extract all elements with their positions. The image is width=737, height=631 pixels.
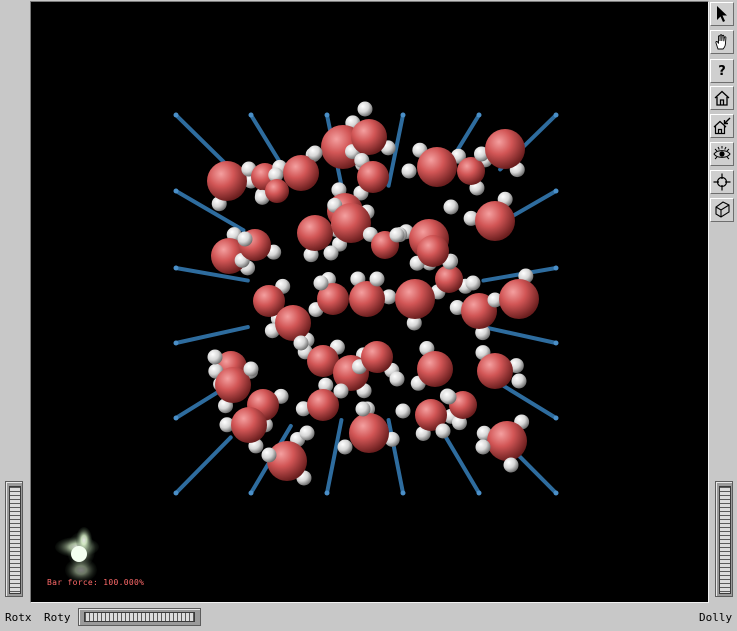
hydrogen-atom: [369, 271, 385, 287]
hydrogen-atom: [313, 275, 329, 291]
hydrogen-atom: [395, 403, 411, 419]
stick-endpoint: [173, 415, 179, 421]
oxygen-atom: [395, 279, 435, 319]
select-arrow-button[interactable]: [710, 2, 734, 26]
oxygen-atom: [351, 119, 387, 155]
stick-endpoint: [173, 188, 179, 194]
hydrogen-atom: [337, 439, 353, 455]
molecule-scene[interactable]: [31, 2, 708, 602]
oxygen-atom: [485, 129, 525, 169]
hydrogen-atom: [307, 145, 323, 161]
stick-endpoint: [476, 112, 482, 118]
hydrogen-atom: [441, 389, 457, 405]
hydrogen-atom: [511, 373, 527, 389]
hydrogen-atom: [237, 231, 253, 247]
hydrogen-atom: [401, 163, 417, 179]
oxygen-atom: [475, 201, 515, 241]
roty-thumbwheel[interactable]: [78, 608, 201, 626]
hydrogen-atom: [243, 361, 259, 377]
hydrogen-atom: [503, 457, 519, 473]
hydrogen-atom: [355, 401, 371, 417]
home-icon: [714, 90, 730, 106]
help-icon: ?: [718, 63, 726, 79]
perspective-toggle-button[interactable]: [710, 198, 734, 222]
stick-endpoint: [553, 265, 559, 271]
stick-endpoint: [553, 188, 559, 194]
stick-endpoint: [173, 265, 179, 271]
view-all-eye-icon: [713, 146, 731, 160]
stick-endpoint: [400, 112, 406, 118]
roty-label: Roty: [44, 611, 71, 624]
stick-endpoint: [553, 112, 559, 118]
oxygen-atom: [499, 279, 539, 319]
oxygen-atom: [487, 421, 527, 461]
oxygen-atom: [349, 281, 385, 317]
oxygen-atom: [231, 407, 267, 443]
hydrogen-atom: [261, 447, 277, 463]
hydrogen-atom: [293, 335, 309, 351]
hydrogen-atom: [475, 439, 491, 455]
rotate-hand-button[interactable]: [710, 30, 734, 54]
help-button[interactable]: ?: [710, 59, 734, 83]
oxygen-atom: [207, 161, 247, 201]
stick-endpoint: [553, 415, 559, 421]
seek-crosshair-icon: [713, 173, 731, 191]
stick-endpoint: [248, 112, 254, 118]
set-home-icon: [713, 117, 731, 135]
hydrogen-atom: [299, 425, 315, 441]
stick-endpoint: [173, 112, 179, 118]
stick-endpoint: [553, 340, 559, 346]
bond-stick: [325, 418, 344, 495]
oxygen-atom: [283, 155, 319, 191]
stick-endpoint: [476, 490, 482, 496]
set-home-button[interactable]: [710, 114, 734, 138]
rotx-label: Rotx: [5, 611, 32, 624]
home-button[interactable]: [710, 86, 734, 110]
dolly-thumbwheel[interactable]: [715, 481, 733, 597]
seek-button[interactable]: [710, 170, 734, 194]
perspective-cube-icon: [715, 201, 730, 218]
stick-endpoint: [324, 112, 330, 118]
bond-stick: [174, 435, 233, 495]
oxygen-atom: [349, 413, 389, 453]
bar-force-status: Bar force: 100.000%: [47, 578, 145, 587]
stick-endpoint: [248, 490, 254, 496]
hydrogen-atom: [389, 227, 405, 243]
hydrogen-atom: [323, 245, 339, 261]
stick-endpoint: [173, 340, 179, 346]
atoms-group: [207, 101, 539, 486]
hydrogen-atom: [333, 383, 349, 399]
oxygen-atom: [477, 353, 513, 389]
stick-endpoint: [553, 490, 559, 496]
hand-rotate-icon: [715, 34, 727, 50]
bond-stick: [174, 325, 250, 345]
hydrogen-atom: [443, 199, 459, 215]
hydrogen-atom: [207, 349, 223, 365]
hydrogen-atom: [357, 101, 373, 117]
hydrogen-atom: [389, 371, 405, 387]
bond-stick: [481, 325, 558, 345]
oxygen-atom: [357, 161, 389, 193]
spin-indicator-glow: [55, 527, 99, 582]
stick-endpoint: [173, 490, 179, 496]
hydrogen-atom: [465, 275, 481, 291]
oxygen-atom: [417, 351, 453, 387]
stick-endpoint: [324, 490, 330, 496]
hydrogen-atom: [435, 423, 451, 439]
view-all-button[interactable]: [710, 142, 734, 166]
oxygen-atom: [417, 147, 457, 187]
oxygen-atom: [275, 305, 311, 341]
stick-endpoint: [400, 490, 406, 496]
oxygen-atom: [265, 179, 289, 203]
oxygen-atom: [297, 215, 333, 251]
oxygen-atom: [417, 235, 449, 267]
oxygen-atom: [361, 341, 393, 373]
dolly-label: Dolly: [699, 611, 733, 624]
rotx-thumbwheel[interactable]: [5, 481, 23, 597]
bond-stick: [386, 418, 405, 495]
select-arrow-icon: [717, 6, 727, 22]
3d-viewport[interactable]: Bar force: 100.000%: [30, 1, 709, 603]
